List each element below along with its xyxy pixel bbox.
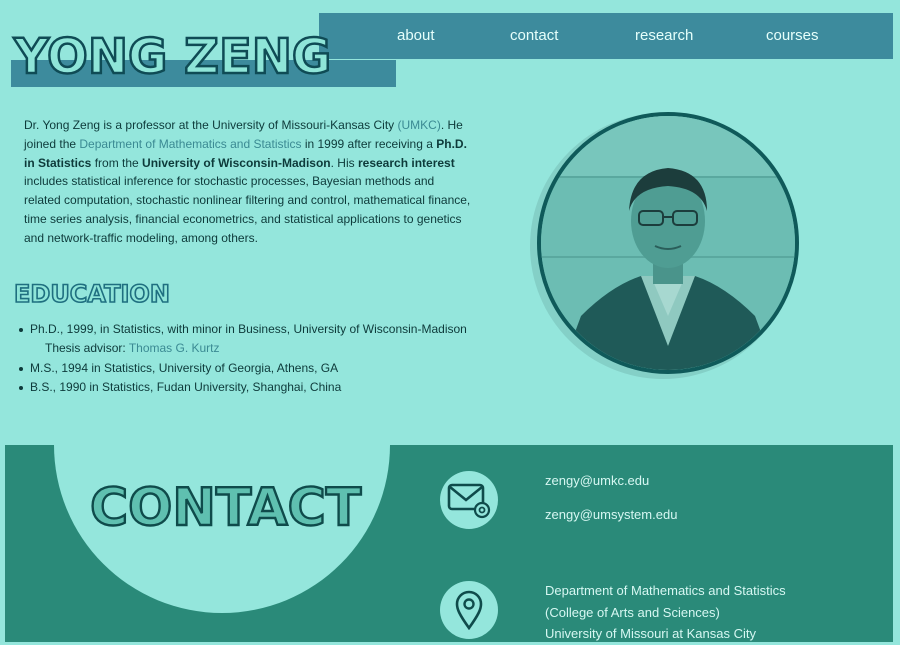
bio-text: Dr. Yong Zeng is a professor at the Univ… (24, 118, 398, 132)
bio-text: includes statistical inference for stoch… (24, 174, 471, 245)
address-line-department: Department of Mathematics and Statistics (545, 583, 786, 598)
envelope-at-icon (440, 471, 498, 529)
portrait-image (541, 116, 795, 370)
nav-link-contact[interactable]: contact (510, 13, 558, 59)
education-advisor: Thesis advisor: Thomas G. Kurtz (30, 339, 467, 358)
nav-bar: about contact research courses (319, 13, 893, 59)
bio-research-interest: research interest (357, 155, 455, 170)
bio-text: in 1999 after receiving a (301, 136, 437, 151)
education-item-phd: Ph.D., 1999, in Statistics, with minor i… (19, 320, 467, 339)
nav-link-about[interactable]: about (397, 13, 435, 59)
bio-university: University of Wisconsin-Madison (142, 155, 331, 170)
address-block: Department of Mathematics and Statistics… (545, 580, 786, 645)
page-title: YONG ZENG (13, 28, 333, 87)
bio-paragraph: Dr. Yong Zeng is a professor at the Univ… (24, 116, 474, 248)
umkc-link[interactable]: (UMKC) (398, 118, 441, 132)
location-pin-icon (440, 581, 498, 639)
education-list: Ph.D., 1999, in Statistics, with minor i… (19, 320, 467, 398)
address-line-university: University of Missouri at Kansas City (545, 626, 756, 641)
bio-text: from the (91, 155, 143, 170)
advisor-label: Thesis advisor: (45, 341, 129, 356)
education-heading: EDUCATION (13, 279, 171, 309)
envelope-at-icon-svg (447, 483, 491, 519)
address-line-college: (College of Arts and Sciences) (545, 604, 720, 620)
profile-photo (537, 112, 799, 374)
email-link-umsystem[interactable]: zengy@umsystem.edu (545, 507, 677, 522)
education-item-bs: B.S., 1990 in Statistics, Fudan Universi… (19, 378, 467, 397)
contact-heading: CONTACT (89, 477, 363, 539)
department-link[interactable]: Department of Mathematics and Statistics (79, 137, 301, 151)
education-item-ms: M.S., 1994 in Statistics, University of … (19, 359, 467, 378)
nav-link-research[interactable]: research (635, 13, 693, 59)
location-pin-icon-svg (455, 590, 483, 630)
bio-text: . His (330, 155, 358, 170)
email-link-umkc[interactable]: zengy@umkc.edu (545, 473, 649, 488)
advisor-link[interactable]: Thomas G. Kurtz (129, 341, 220, 355)
nav-link-courses[interactable]: courses (766, 13, 819, 59)
